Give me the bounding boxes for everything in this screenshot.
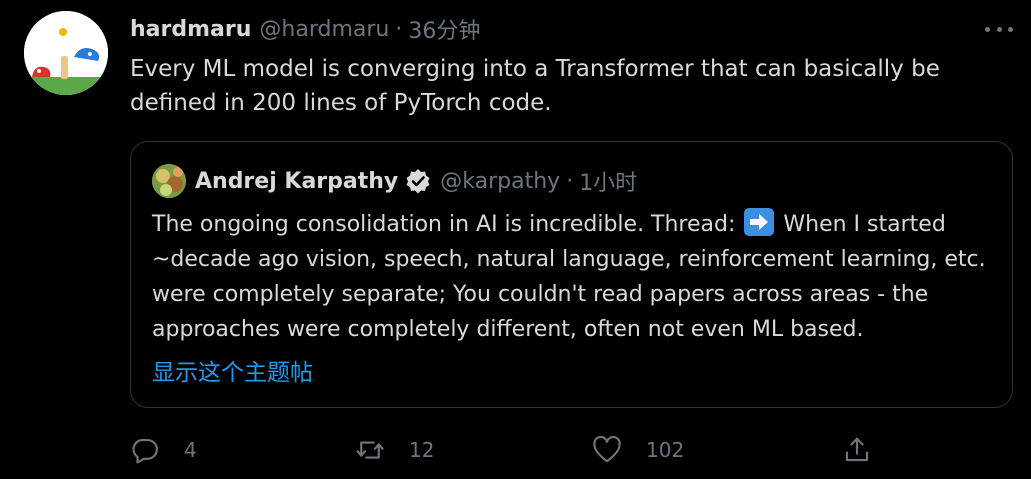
- show-thread-link[interactable]: 显示这个主题帖: [152, 353, 313, 387]
- quoted-tweet-timestamp[interactable]: 1小时: [579, 165, 637, 197]
- author-handle[interactable]: @hardmaru: [259, 17, 389, 42]
- quoted-tweet-text: The ongoing consolidation in AI is incre…: [152, 207, 1002, 347]
- separator-dot: ·: [566, 168, 574, 194]
- tweet-header: hardmaru @hardmaru · 36分钟: [130, 13, 480, 45]
- like-count: 102: [646, 438, 685, 462]
- tweet-text: Every ML model is converging into a Tran…: [130, 56, 940, 116]
- reply-icon: [132, 438, 158, 464]
- author-avatar[interactable]: [24, 11, 108, 95]
- like-button[interactable]: 102: [592, 430, 684, 470]
- quoted-author-avatar[interactable]: [152, 164, 186, 198]
- quoted-tweet-card[interactable]: Andrej Karpathy @karpathy · 1小时 The ongo…: [130, 141, 1013, 408]
- like-icon: [593, 435, 621, 463]
- right-arrow-emoji-icon: [744, 208, 775, 236]
- quoted-text-part-1: The ongoing consolidation in AI is incre…: [152, 212, 736, 237]
- share-icon: [845, 437, 869, 462]
- quoted-author-handle[interactable]: @karpathy: [440, 169, 560, 194]
- retweet-button[interactable]: 12: [355, 430, 434, 470]
- separator-dot: ·: [395, 16, 403, 42]
- avatar-illustration: [24, 11, 108, 95]
- quoted-tweet-header: Andrej Karpathy @karpathy · 1小时: [152, 164, 637, 198]
- share-button[interactable]: [842, 430, 872, 470]
- reply-button[interactable]: 4: [130, 430, 197, 470]
- retweet-icon: [356, 441, 384, 459]
- author-name[interactable]: hardmaru: [130, 17, 251, 42]
- retweet-count: 12: [409, 438, 435, 462]
- more-options-icon[interactable]: [985, 24, 1013, 34]
- tweet-actions: 4 12 102: [130, 430, 1010, 470]
- reply-count: 4: [184, 438, 197, 462]
- quoted-author-name[interactable]: Andrej Karpathy: [195, 169, 398, 194]
- verified-badge-icon: [406, 169, 430, 194]
- tweet-timestamp[interactable]: 36分钟: [408, 13, 480, 45]
